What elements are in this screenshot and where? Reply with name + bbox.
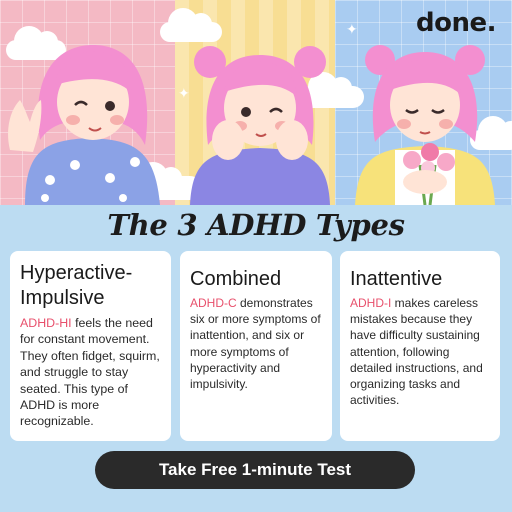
hero-illustration: ✦ ✦ ✦ — [0, 0, 512, 205]
type-tag: ADHD-HI — [20, 316, 72, 330]
card-description: demonstrates six or more symptoms of ina… — [190, 296, 321, 392]
card-body: ADHD-C demonstrates six or more symptoms… — [190, 295, 322, 392]
take-test-button[interactable]: Take Free 1-minute Test — [95, 451, 415, 489]
card-description: makes careless mistakes because they hav… — [350, 296, 483, 408]
card-heading: Inattentive — [350, 268, 443, 290]
done-logo: done. — [416, 8, 497, 38]
card-heading: Combined — [190, 268, 282, 290]
character-cheeks-in-hands — [190, 46, 330, 205]
character-waving — [8, 45, 160, 205]
type-card-inattentive: Inattentive ADHD-I makes careless mistak… — [340, 251, 500, 441]
type-card-combined: Combined ADHD-C demonstrates six or more… — [180, 251, 332, 441]
type-card-hyperactive-impulsive: Hyperactive-Impulsive ADHD-HI feels the … — [10, 251, 171, 441]
character-holding-flowers — [355, 45, 495, 205]
card-body: ADHD-HI feels the need for constant move… — [20, 315, 161, 430]
type-tag: ADHD-C — [190, 296, 237, 310]
card-body: ADHD-I makes careless mistakes because t… — [350, 295, 490, 408]
card-description: feels the need for constant movement. Th… — [20, 316, 160, 429]
type-tag: ADHD-I — [350, 296, 392, 310]
page-title: The 3 ADHD Types — [107, 208, 405, 242]
card-heading: Hyperactive-Impulsive — [20, 262, 133, 309]
